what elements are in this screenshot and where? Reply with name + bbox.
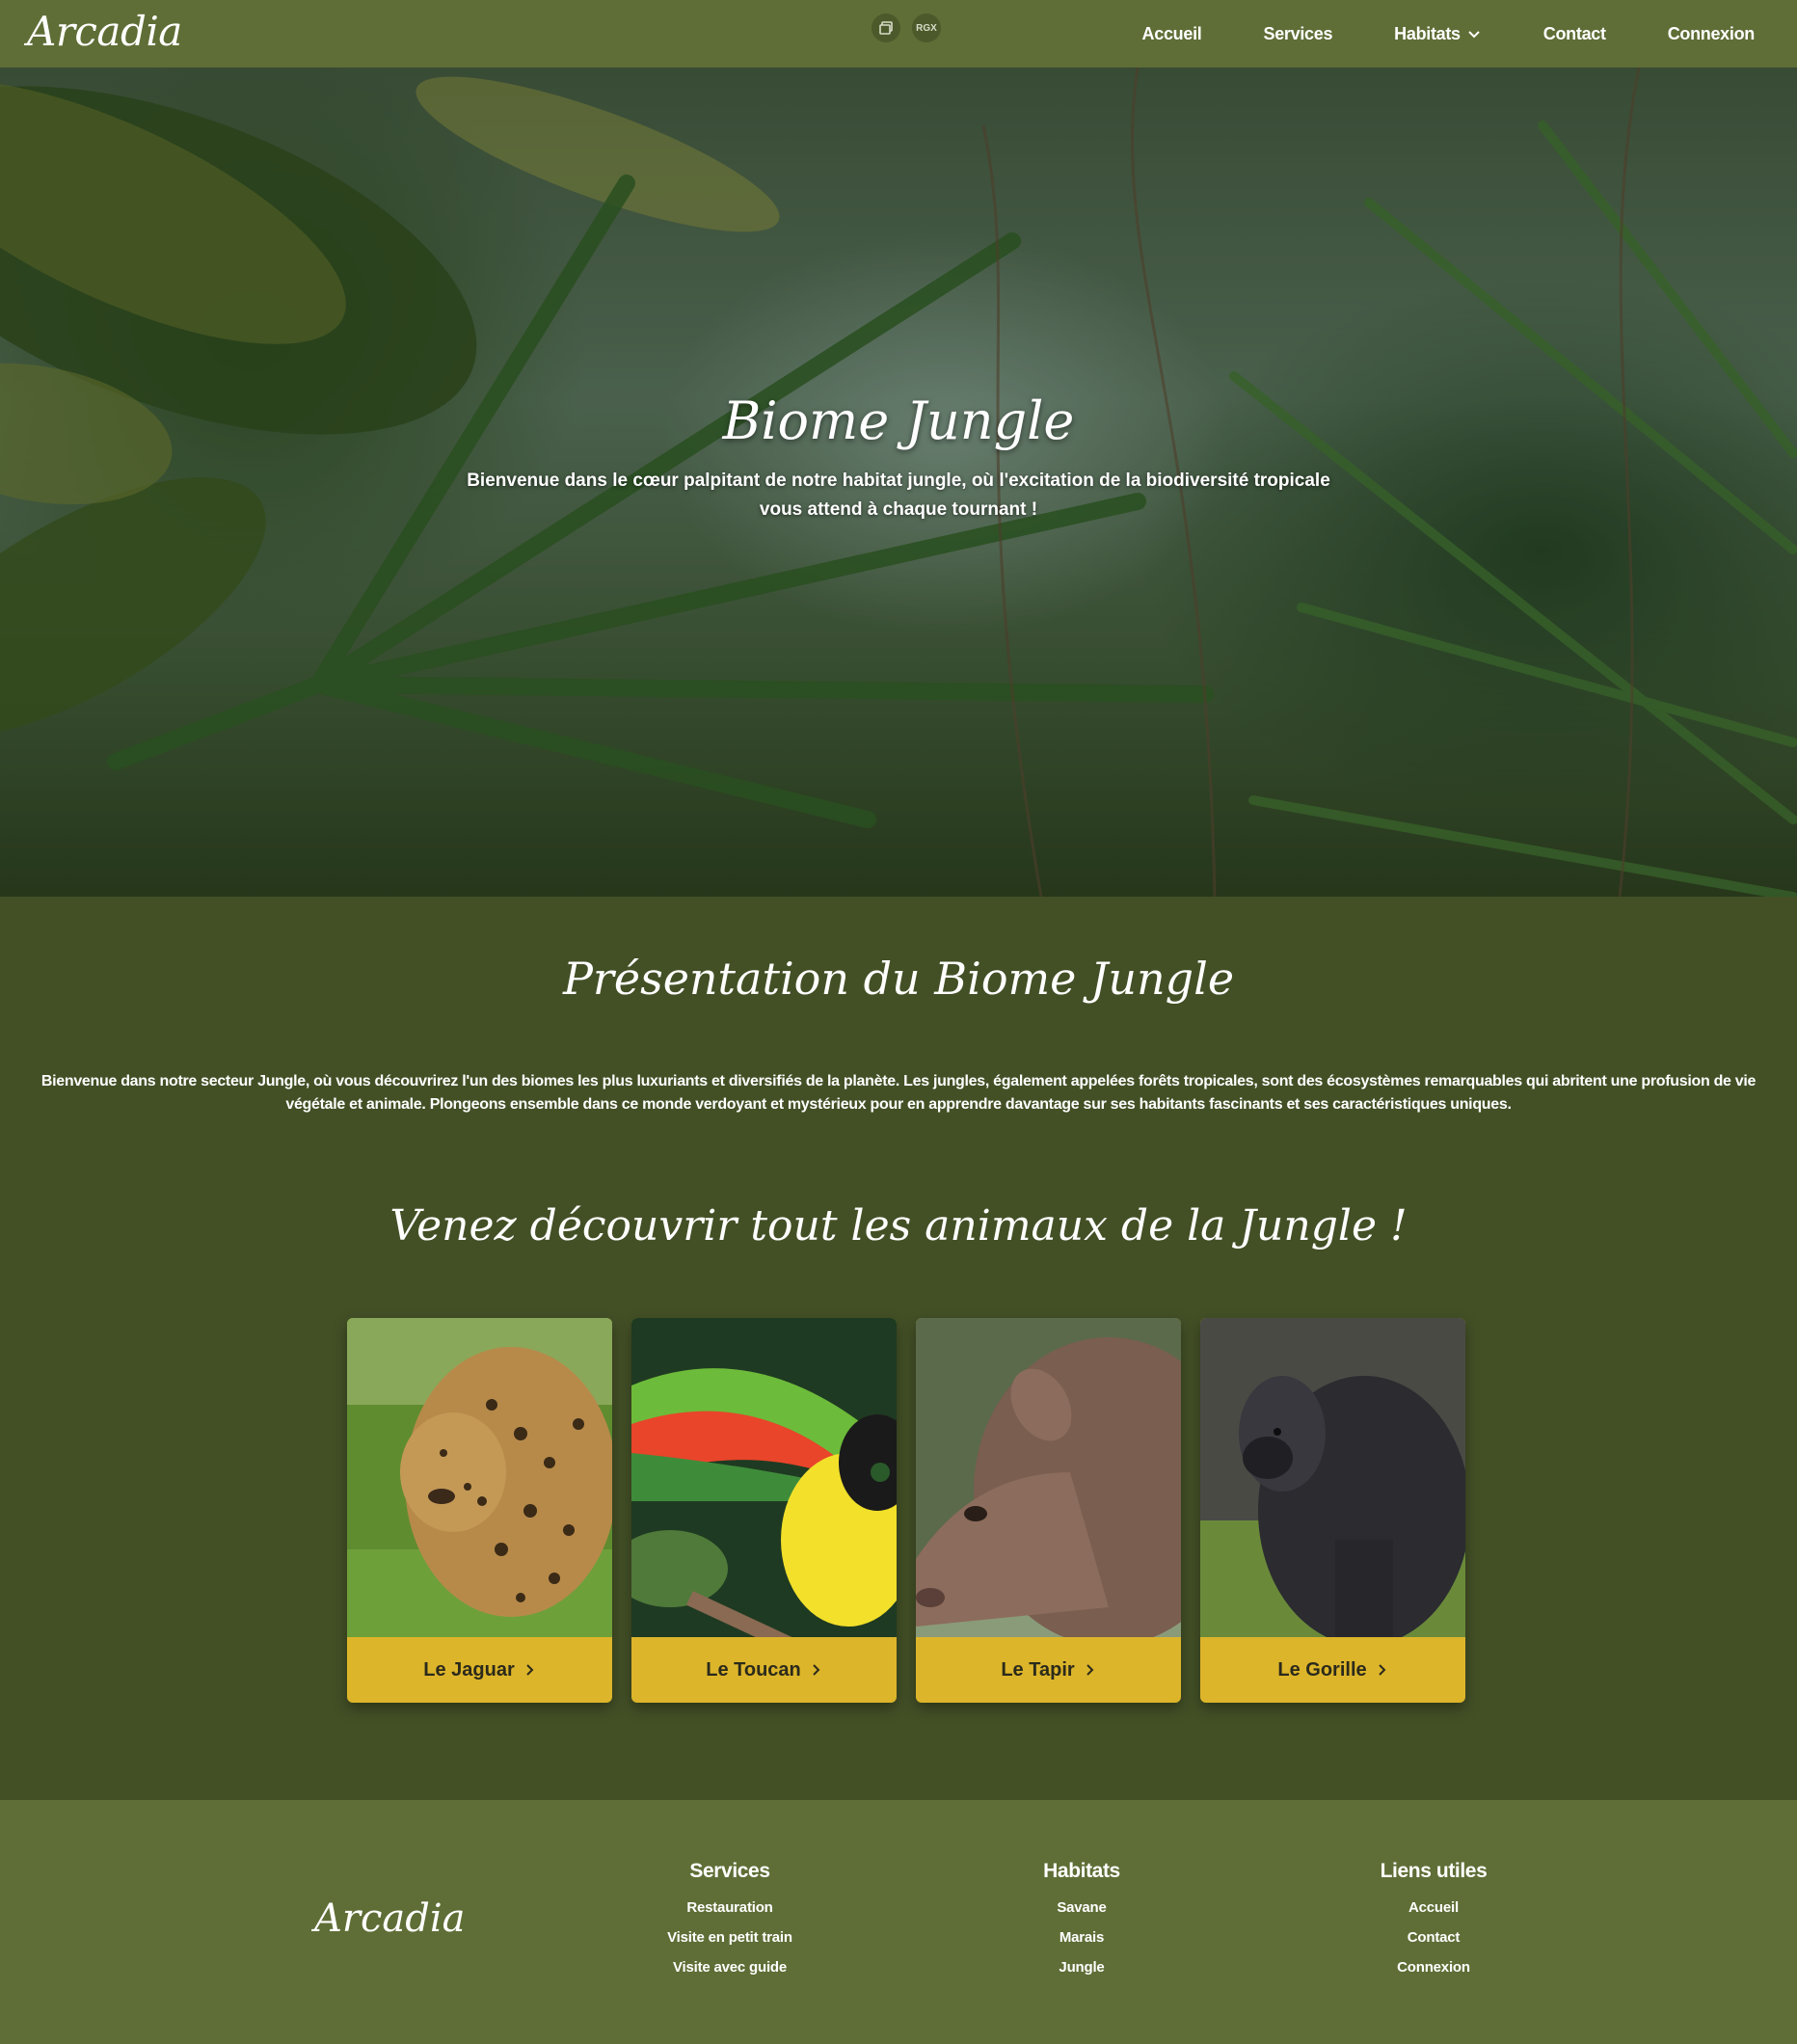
nav-label: Habitats: [1394, 23, 1461, 43]
jaguar-photo: [347, 1318, 612, 1637]
footer-brand-logo[interactable]: Arcadia: [314, 1896, 466, 1941]
footer-column-services: Services Restauration Visite en petit tr…: [624, 1860, 836, 1982]
footer-link[interactable]: Marais: [976, 1923, 1188, 1952]
card-label: Le Jaguar: [423, 1658, 515, 1681]
footer-link[interactable]: Contact: [1328, 1923, 1540, 1952]
nav-label: Accueil: [1141, 23, 1202, 43]
toolbar-icons: RGX: [872, 13, 941, 42]
navbar: Arcadia RGX Accueil Services Habitats Co…: [0, 0, 1797, 67]
chevron-right-icon: [1086, 1664, 1094, 1676]
nav-label: Services: [1263, 23, 1333, 43]
chevron-right-icon: [813, 1664, 820, 1676]
card-label: Le Gorille: [1277, 1658, 1367, 1681]
footer-column-liens-utiles: Liens utiles Accueil Contact Connexion: [1328, 1860, 1540, 1982]
animal-card-button[interactable]: Le Toucan: [631, 1637, 897, 1703]
chevron-down-icon: [1468, 31, 1480, 39]
hero-title: Biome Jungle: [722, 390, 1075, 451]
animal-card-button[interactable]: Le Jaguar: [347, 1637, 612, 1703]
footer-link[interactable]: Visite avec guide: [624, 1952, 836, 1982]
nav-link-services[interactable]: Services: [1263, 24, 1332, 44]
card-label: Le Toucan: [706, 1658, 801, 1681]
animal-card-button[interactable]: Le Gorille: [1200, 1637, 1465, 1703]
toucan-photo: [631, 1318, 897, 1637]
nav-link-accueil[interactable]: Accueil: [1142, 24, 1202, 44]
gorilla-photo: [1200, 1318, 1465, 1637]
animal-card-tapir[interactable]: Le Tapir: [916, 1318, 1181, 1703]
footer-link[interactable]: Savane: [976, 1893, 1188, 1923]
footer: Arcadia Services Restauration Visite en …: [0, 1800, 1797, 2044]
hero-banner: Biome Jungle Bienvenue dans le cœur palp…: [0, 67, 1797, 897]
animals-section-title: Venez découvrir tout les animaux de la J…: [389, 1201, 1408, 1251]
rgx-badge[interactable]: RGX: [912, 13, 941, 42]
footer-column-title: Habitats: [1043, 1860, 1120, 1882]
footer-column-title: Services: [689, 1860, 770, 1882]
nav-link-habitats[interactable]: Habitats: [1394, 24, 1482, 44]
nav-label: Connexion: [1667, 23, 1756, 43]
footer-link[interactable]: Accueil: [1328, 1893, 1540, 1923]
footer-link[interactable]: Connexion: [1328, 1952, 1540, 1982]
nav-link-contact[interactable]: Contact: [1543, 24, 1606, 44]
chevron-right-icon: [526, 1664, 534, 1676]
footer-link[interactable]: Restauration: [624, 1893, 836, 1923]
chevron-right-icon: [1378, 1664, 1386, 1676]
hero-subtitle: Bienvenue dans le cœur palpitant de notr…: [467, 471, 1330, 520]
nav-menu: Accueil Services Habitats Contact Connex…: [1081, 0, 1756, 67]
brand-logo[interactable]: Arcadia: [27, 8, 182, 55]
animal-card-jaguar[interactable]: Le Jaguar: [347, 1318, 612, 1703]
animal-card-button[interactable]: Le Tapir: [916, 1637, 1181, 1703]
image-icon[interactable]: [872, 13, 900, 42]
footer-column-title: Liens utiles: [1380, 1860, 1488, 1882]
nav-label: Contact: [1542, 23, 1606, 43]
footer-link[interactable]: Visite en petit train: [624, 1923, 836, 1952]
animal-cards: Le Jaguar Le Toucan Le Tapir Le Gorille: [347, 1318, 1465, 1703]
presentation-text: Bienvenue dans notre secteur Jungle, où …: [40, 1073, 1757, 1113]
nav-link-connexion[interactable]: Connexion: [1667, 23, 1756, 44]
footer-link[interactable]: Jungle: [976, 1952, 1188, 1982]
animal-card-gorilla[interactable]: Le Gorille: [1200, 1318, 1465, 1703]
footer-column-habitats: Habitats Savane Marais Jungle: [976, 1860, 1188, 1982]
animal-card-toucan[interactable]: Le Toucan: [631, 1318, 897, 1703]
tapir-photo: [916, 1318, 1181, 1637]
card-label: Le Tapir: [1001, 1658, 1075, 1681]
presentation-title: Présentation du Biome Jungle: [562, 953, 1235, 1005]
